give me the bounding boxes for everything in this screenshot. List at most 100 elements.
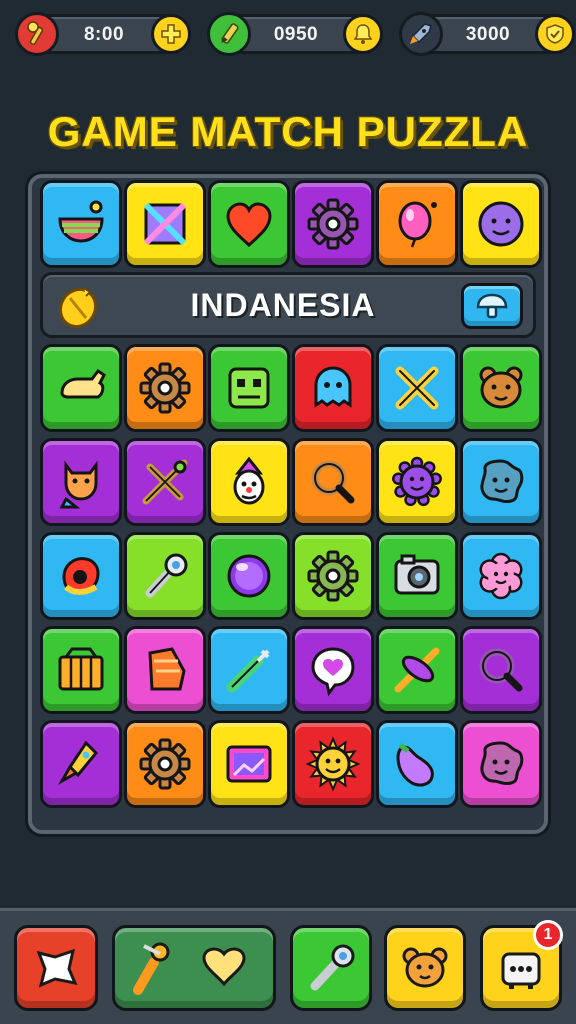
tile-gear[interactable] [292, 532, 374, 620]
tile-crossbow[interactable] [124, 438, 206, 526]
tile-eggplant[interactable] [376, 720, 458, 808]
tile-crossed-tools[interactable] [376, 344, 458, 432]
sun-face-icon [305, 736, 361, 792]
tools-and-heart-icon [133, 942, 246, 995]
tile-crate[interactable] [40, 626, 122, 714]
coins-value: 3000 [465, 24, 511, 45]
boot-icon [148, 647, 186, 691]
crossed-tools-icon [395, 366, 439, 410]
wrench-icon [145, 553, 188, 598]
word-banner: INDANESIA [40, 272, 536, 338]
donut-icon [62, 557, 100, 595]
heart-icon [226, 202, 272, 248]
puzzle-board: INDANESIA [28, 174, 548, 834]
gear-icon [307, 550, 359, 602]
tile-picture-frame[interactable] [208, 720, 290, 808]
tile-wrench[interactable] [124, 532, 206, 620]
bell-icon[interactable] [343, 14, 383, 54]
target-word: INDANESIA [190, 287, 376, 323]
top-hud: 8:00 0950 3000 [10, 8, 575, 56]
score-stat[interactable]: 0950 [207, 12, 383, 56]
tile-blob-face[interactable] [460, 720, 542, 808]
notification-badge: 1 [533, 920, 563, 950]
paper-button[interactable] [14, 925, 98, 1011]
clown-icon [233, 456, 265, 505]
bowl-icon [58, 200, 104, 243]
tile-sun-face[interactable] [292, 720, 374, 808]
tile-clown[interactable] [208, 438, 290, 526]
tile-balloon[interactable] [376, 180, 458, 268]
tile-camera[interactable] [376, 532, 458, 620]
magnifier-icon [311, 460, 355, 504]
syringe-icon [226, 649, 270, 693]
powerup-tray: 1 [0, 908, 576, 1024]
smiley-icon [478, 201, 524, 247]
crossbow-icon [142, 459, 188, 505]
tile-donut[interactable] [40, 532, 122, 620]
tile-magnifier[interactable] [460, 626, 542, 714]
virus-icon [392, 456, 442, 507]
paper-icon [36, 948, 78, 988]
tile-heart[interactable] [208, 180, 290, 268]
mushroom-icon[interactable] [461, 283, 523, 329]
timer-value: 8:00 [83, 24, 125, 45]
tile-gem-square[interactable] [124, 180, 206, 268]
coins-stat[interactable]: 3000 [399, 12, 575, 56]
tile-robot-face[interactable] [208, 344, 290, 432]
tile-smiley[interactable] [460, 180, 542, 268]
tile-magnifier[interactable] [292, 438, 374, 526]
tools-and-heart-button[interactable] [112, 925, 276, 1011]
timer-stat[interactable]: 8:00 [15, 12, 191, 56]
tile-rocket[interactable] [40, 720, 122, 808]
gear-icon [139, 738, 191, 790]
tile-candy-cross[interactable] [376, 626, 458, 714]
chat-heart-icon [311, 647, 355, 697]
tile-cat[interactable] [40, 438, 122, 526]
picture-frame-icon [226, 745, 272, 783]
tile-gear[interactable] [124, 720, 206, 808]
game-title: GAME MATCH PUZZLA [47, 108, 529, 155]
ghost-icon [314, 366, 352, 408]
gem-square-icon [143, 202, 187, 246]
bear-face-button[interactable] [384, 925, 466, 1011]
shield-icon[interactable] [535, 14, 575, 54]
gear-icon [307, 198, 359, 250]
blob-face-icon [480, 741, 524, 786]
eggplant-icon [396, 743, 434, 787]
cat-icon [59, 460, 98, 509]
crate-icon [58, 647, 104, 691]
plus-icon[interactable] [151, 14, 191, 54]
blob-face-icon [480, 459, 524, 504]
tile-blob-face[interactable] [460, 438, 542, 526]
tile-boot[interactable] [124, 626, 206, 714]
pencil-icon [207, 12, 251, 56]
candy-cross-icon [394, 647, 440, 693]
tile-gear[interactable] [292, 180, 374, 268]
wrench-icon [310, 944, 355, 991]
gold-coin-icon[interactable] [53, 281, 103, 331]
tile-syringe[interactable] [208, 626, 290, 714]
tile-gear[interactable] [124, 344, 206, 432]
camera-icon [394, 554, 440, 595]
score-value: 0950 [273, 24, 319, 45]
tile-glove[interactable] [40, 344, 122, 432]
tile-bowl[interactable] [40, 180, 122, 268]
radio-icon [501, 952, 541, 989]
orb-icon [227, 554, 271, 598]
tile-flower-face[interactable] [460, 532, 542, 620]
rocket-icon [399, 12, 443, 56]
radio-button[interactable]: 1 [480, 920, 563, 1011]
rocket-icon [57, 740, 99, 786]
bear-face-icon [479, 366, 523, 409]
tile-chat-heart[interactable] [292, 626, 374, 714]
tile-virus[interactable] [376, 438, 458, 526]
gear-icon [139, 362, 191, 414]
matchstick-icon [15, 12, 59, 56]
tile-bear-face[interactable] [460, 344, 542, 432]
magnifier-icon [479, 648, 523, 692]
tile-ghost[interactable] [292, 344, 374, 432]
flower-face-icon [479, 552, 523, 600]
tile-orb[interactable] [208, 532, 290, 620]
wrench-button[interactable] [290, 925, 372, 1011]
balloon-icon [398, 201, 437, 248]
